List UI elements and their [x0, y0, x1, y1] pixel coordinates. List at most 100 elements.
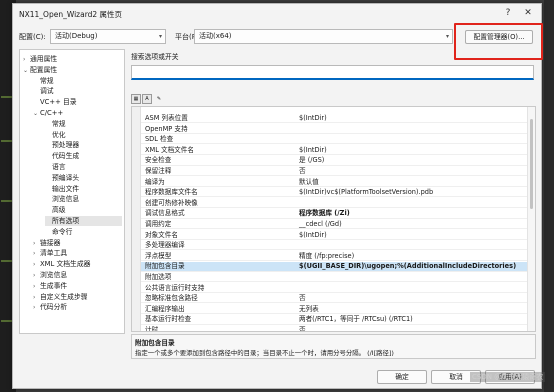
search-input[interactable]	[131, 65, 534, 80]
categorized-icon[interactable]: ▦	[131, 94, 141, 104]
tree-item[interactable]: › 代码分析	[33, 302, 67, 312]
tree-item[interactable]: VC++ 目录	[33, 97, 77, 107]
tree-item[interactable]: 代码生成	[45, 151, 79, 161]
property-name: OpenMP 支持	[145, 124, 188, 133]
tree-item-label: 代码生成	[52, 152, 80, 161]
property-row[interactable]: 公共语言运行时支持	[141, 284, 527, 293]
property-grid: ASM 列表位置 $(IntDir) OpenMP 支持 SDL 检查 XML 文档文件…	[131, 106, 536, 332]
property-row[interactable]: 调用约定 __cdecl (/Gd)	[141, 220, 527, 230]
platform-select[interactable]: 活动(x64) ▾	[194, 29, 453, 44]
property-row[interactable]: 调试信息格式 程序数据库 (/Zi)	[141, 209, 527, 219]
tree-item[interactable]: 常规	[45, 119, 66, 129]
property-row[interactable]: SDL 检查	[141, 135, 527, 145]
tree-item-label: 浏览信息	[40, 271, 68, 279]
close-button[interactable]: ✕	[521, 7, 535, 20]
property-name: 多处理器编译	[145, 241, 185, 250]
property-name: 调用约定	[145, 220, 172, 228]
property-row[interactable]: OpenMP 支持	[141, 125, 527, 134]
expander-icon[interactable]: ⌄	[33, 109, 40, 119]
property-row[interactable]: 附加选项	[141, 273, 527, 283]
property-pages-icon[interactable]: ✎	[154, 94, 164, 104]
background-right-strip	[544, 0, 554, 392]
tree-item-label: 清单工具	[40, 249, 68, 258]
property-row[interactable]: 汇编程序输出 无列表	[141, 305, 527, 314]
property-value: 程序数据库 (/Zi)	[299, 209, 350, 218]
property-row[interactable]: 基本运行时检查 两者(/RTC1，等同于 /RTCsu) (/RTC1)	[141, 315, 527, 325]
tree-item-label: 高级	[52, 206, 66, 215]
tree-item[interactable]: 浏览信息	[45, 194, 79, 204]
screen: NX11_Open_Wizard2 属性页 ? ✕ 配置(C): 活动(Debu…	[0, 0, 554, 392]
tree-item[interactable]: 预编译头	[45, 173, 79, 183]
tree-item[interactable]: 高级	[45, 205, 66, 215]
scrollbar-thumb[interactable]	[530, 119, 533, 209]
property-row[interactable]: XML 文档文件名 $(IntDir)	[141, 146, 527, 155]
property-row[interactable]: 编译为 默认值	[141, 178, 527, 187]
description-text: 指定一个或多个要添加到包含路径中的目录；当目录不止一个时，请用分号分隔。 (/I…	[135, 349, 394, 357]
tree-item[interactable]: › 自定义生成步骤	[33, 292, 88, 302]
grid-gutter	[132, 107, 141, 331]
tree-item[interactable]: › 生成事件	[33, 281, 67, 291]
property-row[interactable]: ASM 列表位置 $(IntDir)	[141, 114, 527, 124]
tree-item-label: 自定义生成步骤	[40, 292, 88, 301]
expander-icon[interactable]: ›	[33, 239, 40, 249]
tree-item-label: 配置属性	[30, 65, 58, 74]
property-value: $(IntDir)vc$(PlatformToolsetVersion).pdb	[299, 188, 434, 197]
ok-button[interactable]: 确定	[377, 370, 427, 384]
expander-icon[interactable]: ›	[33, 303, 40, 313]
property-name: 计时	[145, 326, 159, 332]
property-name: 调试信息格式	[145, 209, 185, 218]
tree-item[interactable]: 常规	[33, 76, 54, 86]
property-value: 否	[299, 326, 306, 332]
tree-item[interactable]: › 链接器	[33, 238, 60, 248]
expander-icon[interactable]: ›	[33, 260, 40, 270]
tree-item[interactable]: › 通用属性	[23, 54, 57, 64]
property-row[interactable]: 安全检查 是 (/GS)	[141, 156, 527, 166]
property-row[interactable]: 计时 否	[141, 326, 527, 332]
tree-item[interactable]: 优化	[45, 130, 66, 140]
property-name: 汇编程序输出	[145, 304, 185, 313]
expander-icon[interactable]: ›	[23, 55, 30, 65]
tree-item[interactable]: 所有选项	[45, 216, 122, 226]
property-value: $(IntDir)	[299, 230, 327, 239]
property-name: 保留注释	[145, 167, 172, 175]
tree-item[interactable]: › XML 文档生成器	[33, 259, 90, 269]
property-row[interactable]: 忽略标准包含路径 否	[141, 294, 527, 304]
vertical-scrollbar[interactable]	[527, 107, 535, 331]
expander-icon[interactable]: ›	[33, 293, 40, 303]
property-row[interactable]: 浮点模型 精度 (/fp:precise)	[141, 252, 527, 261]
property-name: 程序数据库文件名	[145, 188, 198, 197]
tree-item-label: XML 文档生成器	[40, 260, 91, 269]
property-row[interactable]: 保留注释 否	[141, 167, 527, 177]
tree-item-label: 常规	[40, 76, 54, 85]
expander-icon[interactable]: ›	[33, 249, 40, 259]
tree-item[interactable]: 语言	[45, 162, 66, 172]
config-select[interactable]: 活动(Debug) ▾	[50, 29, 166, 44]
tree-item[interactable]: 输出文件	[45, 184, 79, 194]
tree-item-label: 常规	[52, 119, 66, 128]
tree-item[interactable]: ⌄ 配置属性	[23, 65, 57, 75]
property-name: 安全检查	[145, 156, 172, 165]
expander-icon[interactable]: ⌄	[23, 66, 30, 76]
tree-item[interactable]: › 清单工具	[33, 248, 67, 258]
tree-item[interactable]: 命令行	[45, 227, 72, 237]
expander-icon[interactable]: ›	[33, 271, 40, 281]
alphabetical-icon[interactable]: A	[142, 94, 152, 104]
property-tree[interactable]: › 通用属性 ⌄ 配置属性 常规 调试 VC++ 目录 ⌄ C/C++ 常规 优化 预处理器 代码生成语…	[19, 49, 125, 334]
property-value: 精度 (/fp:precise)	[299, 251, 355, 260]
tree-item[interactable]: 预处理器	[45, 140, 79, 150]
tree-item-label: 通用属性	[30, 55, 58, 63]
property-row[interactable]: 程序数据库文件名 $(IntDir)vc$(PlatformToolsetVers…	[141, 188, 527, 198]
expander-icon[interactable]: ›	[33, 282, 40, 292]
tree-item-label: 预编译头	[52, 173, 80, 182]
property-value: 无列表	[299, 304, 319, 313]
property-name: 基本运行时检查	[145, 315, 192, 324]
help-button[interactable]: ?	[501, 7, 515, 20]
property-value: 否	[299, 294, 306, 303]
property-row[interactable]: 附加包含目录 $(UGII_BASE_DIR)\ugopen;%(Addition…	[141, 262, 527, 272]
property-row[interactable]: 多处理器编译	[141, 241, 527, 251]
property-row[interactable]: 对象文件名 $(IntDir)	[141, 231, 527, 240]
tree-item[interactable]: 调试	[33, 86, 54, 96]
tree-item[interactable]: › 浏览信息	[33, 270, 67, 280]
property-row[interactable]: 创建可热修补映像	[141, 199, 527, 208]
tree-item[interactable]: ⌄ C/C++	[33, 108, 63, 118]
